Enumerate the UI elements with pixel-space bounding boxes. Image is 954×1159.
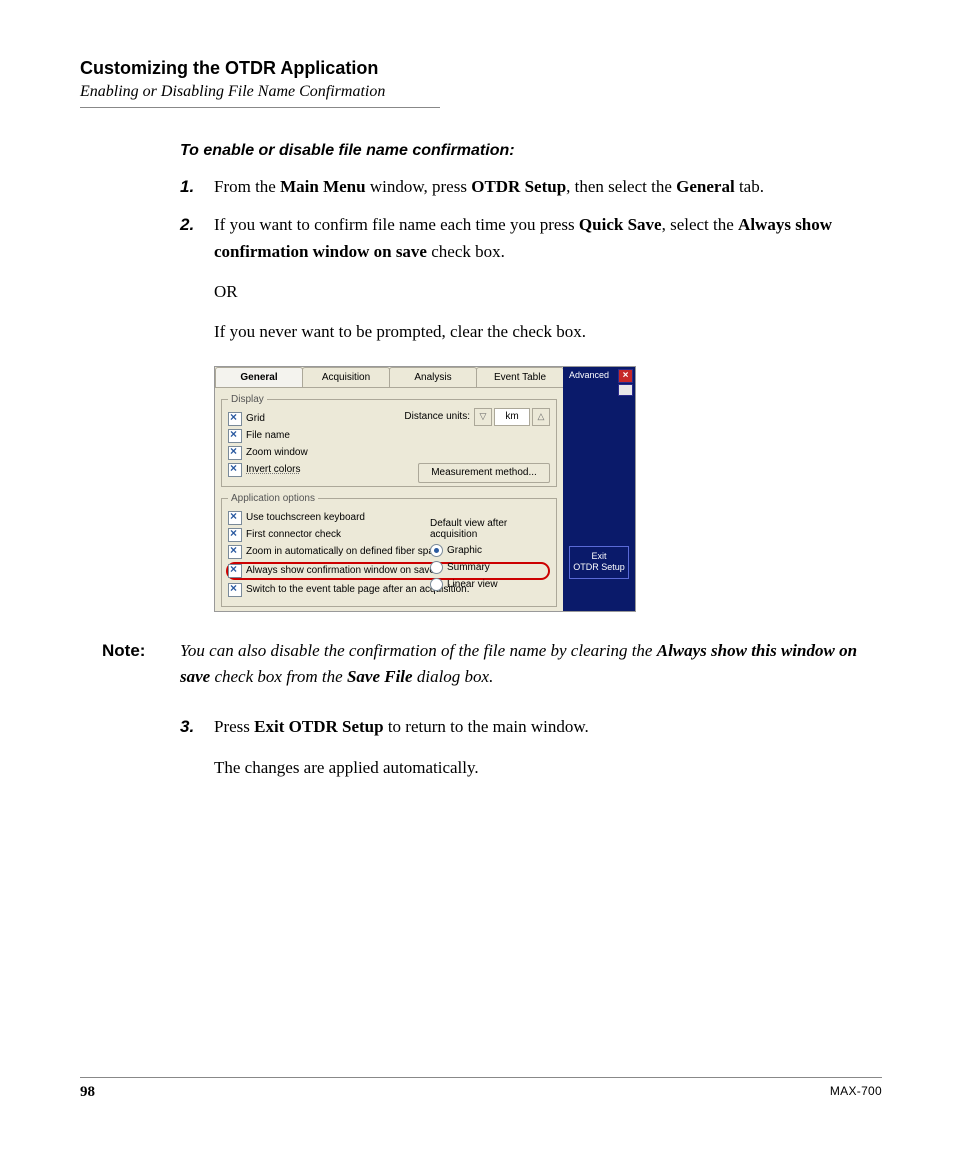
distance-units-row: Distance units: ▽ km △ [404, 408, 550, 426]
grid-checkbox[interactable] [228, 412, 242, 426]
page-footer: 98 MAX-700 [80, 1077, 882, 1101]
section-subtitle: Enabling or Disabling File Name Confirma… [80, 83, 882, 101]
radio-linear-view[interactable] [430, 578, 443, 591]
file-name-label: File name [246, 430, 290, 441]
bold-main-menu: Main Menu [280, 177, 365, 196]
radio-summary[interactable] [430, 561, 443, 574]
step-1-number: 1. [180, 174, 214, 200]
footer-rule [80, 1077, 882, 1078]
procedure-steps-cont: 3. Press Exit OTDR Setup to return to th… [180, 714, 882, 781]
keyboard-icon[interactable] [618, 384, 633, 396]
distance-units-up-button[interactable]: △ [532, 408, 550, 426]
bold-otdr-setup: OTDR Setup [471, 177, 566, 196]
radio-graphic-label: Graphic [447, 545, 482, 556]
procedure-heading: To enable or disable file name confirmat… [180, 142, 882, 160]
switch-to-event-table-checkbox[interactable] [228, 583, 242, 597]
embedded-screenshot: General Acquisition Analysis Event Table… [214, 366, 882, 612]
tab-acquisition[interactable]: Acquisition [302, 367, 390, 387]
chapter-title: Customizing the OTDR Application [80, 58, 882, 79]
page-number: 98 [80, 1084, 95, 1101]
radio-linear-view-label: Linear view [447, 579, 498, 590]
note-label: Note: [102, 638, 180, 691]
bold-exit-otdr-setup: Exit OTDR Setup [254, 717, 383, 736]
step-3-body: Press Exit OTDR Setup to return to the m… [214, 714, 882, 781]
text: If you want to confirm file name each ti… [214, 215, 579, 234]
step-2-number: 2. [180, 212, 214, 345]
step-3: 3. Press Exit OTDR Setup to return to th… [180, 714, 882, 781]
tab-analysis[interactable]: Analysis [389, 367, 477, 387]
tab-event-table[interactable]: Event Table [476, 367, 564, 387]
default-view-group: Default view after acquisition Graphic S… [430, 518, 550, 595]
text: tab. [735, 177, 764, 196]
zoom-window-label: Zoom window [246, 447, 308, 458]
text: Press [214, 717, 254, 736]
step-1: 1. From the Main Menu window, press OTDR… [180, 174, 882, 200]
text: , select the [662, 215, 738, 234]
touchscreen-keyboard-checkbox[interactable] [228, 511, 242, 525]
touchscreen-keyboard-label: Use touchscreen keyboard [246, 512, 365, 523]
bold-save-file: Save File [347, 667, 413, 686]
text: From the [214, 177, 280, 196]
application-options-legend: Application options [228, 493, 318, 504]
grid-label: Grid [246, 413, 265, 424]
step-2-or: OR [214, 279, 882, 305]
display-group: Display Distance units: ▽ km △ Grid File… [221, 394, 557, 487]
tab-strip: General Acquisition Analysis Event Table [215, 367, 563, 388]
procedure-steps: 1. From the Main Menu window, press OTDR… [180, 174, 882, 346]
bold-general: General [676, 177, 735, 196]
note-body: You can also disable the confirmation of… [180, 638, 882, 691]
always-show-confirmation-checkbox[interactable] [228, 564, 242, 578]
close-icon[interactable]: × [618, 369, 633, 383]
text: check box. [427, 242, 505, 261]
step-3-followup: The changes are applied automatically. [214, 755, 882, 781]
text: check box from the [210, 667, 347, 686]
distance-units-value: km [494, 408, 530, 426]
radio-graphic[interactable] [430, 544, 443, 557]
always-show-confirmation-label: Always show confirmation window on save [246, 565, 435, 576]
distance-units-label: Distance units: [404, 411, 470, 422]
first-connector-check-label: First connector check [246, 529, 341, 540]
text: You can also disable the confirmation of… [180, 641, 657, 660]
step-2-alt: If you never want to be prompted, clear … [214, 319, 882, 345]
exit-otdr-setup-button[interactable]: Exit OTDR Setup [569, 546, 629, 579]
text: to return to the main window. [384, 717, 589, 736]
distance-units-down-button[interactable]: ▽ [474, 408, 492, 426]
invert-colors-label: Invert colors [246, 464, 300, 475]
header-rule [80, 107, 440, 108]
zoom-auto-fiber-span-checkbox[interactable] [228, 545, 242, 559]
display-legend: Display [228, 394, 267, 405]
advanced-label[interactable]: Advanced [565, 369, 609, 380]
note-block: Note: You can also disable the confirmat… [102, 638, 882, 691]
step-1-body: From the Main Menu window, press OTDR Se… [214, 174, 882, 200]
file-name-checkbox[interactable] [228, 429, 242, 443]
step-3-number: 3. [180, 714, 214, 781]
zoom-window-checkbox[interactable] [228, 446, 242, 460]
text: , then select the [566, 177, 676, 196]
bold-quick-save: Quick Save [579, 215, 662, 234]
text: window, press [366, 177, 472, 196]
exit-line2: OTDR Setup [573, 562, 625, 572]
exit-line1: Exit [591, 551, 606, 561]
default-view-label: Default view after acquisition [430, 518, 550, 540]
application-options-group: Application options Use touchscreen keyb… [221, 493, 557, 607]
step-2-body: If you want to confirm file name each ti… [214, 212, 882, 345]
first-connector-check-checkbox[interactable] [228, 528, 242, 542]
text: dialog box. [413, 667, 494, 686]
model-number: MAX-700 [830, 1084, 882, 1101]
zoom-auto-fiber-span-label: Zoom in automatically on defined fiber s… [246, 546, 439, 557]
invert-colors-checkbox[interactable] [228, 463, 242, 477]
side-panel: Advanced × Exit OTDR Setup [563, 367, 635, 611]
step-2: 2. If you want to confirm file name each… [180, 212, 882, 345]
measurement-method-button[interactable]: Measurement method... [418, 463, 550, 483]
radio-summary-label: Summary [447, 562, 490, 573]
tab-general[interactable]: General [215, 367, 303, 387]
